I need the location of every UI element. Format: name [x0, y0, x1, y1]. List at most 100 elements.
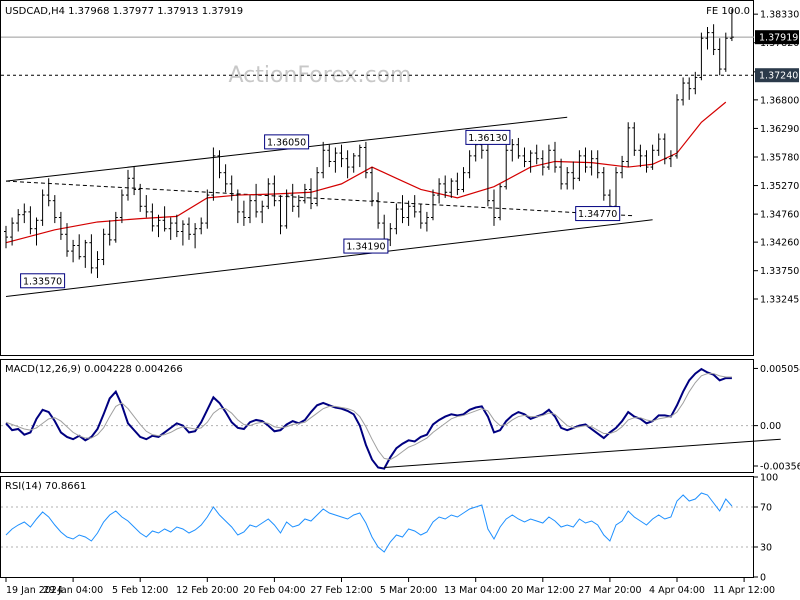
- candle: [217, 150, 222, 179]
- macd-title: MACD(12,26,9) 0.004228 0.004266: [5, 364, 183, 375]
- candle: [248, 195, 252, 224]
- candle: [650, 144, 655, 170]
- price-y-tick-label: 1.34760: [760, 210, 799, 221]
- rsi-title: RSI(14) 70.8661: [5, 481, 86, 492]
- macd-support-line: [384, 438, 781, 468]
- candle: [717, 38, 722, 76]
- macd-panel-frame: [0, 359, 754, 473]
- price-y-tick-label: 1.36800: [760, 95, 799, 106]
- price-title: USDCAD,H4 1.37968 1.37977 1.37913 1.3791…: [5, 6, 243, 17]
- lower-channel-line: [5, 219, 653, 297]
- candle: [534, 144, 539, 165]
- price-y-axis: 1.383301.378201.373001.368001.362901.357…: [754, 10, 799, 305]
- candle: [77, 234, 82, 260]
- candle: [22, 203, 27, 224]
- candle: [309, 178, 313, 210]
- candle: [699, 32, 704, 81]
- candle: [546, 144, 551, 170]
- rsi-panel-frame: [0, 476, 754, 578]
- macd-y-tick-label: 0.00: [760, 421, 781, 432]
- price-y-tick-label: 1.35270: [760, 181, 799, 192]
- candle: [583, 147, 588, 173]
- candle: [412, 195, 417, 218]
- candle: [89, 234, 94, 274]
- level-label: 1.37240: [759, 71, 798, 82]
- candle: [162, 206, 167, 232]
- candle: [406, 200, 411, 226]
- candle: [71, 239, 76, 263]
- x-tick-label: 27 Mar 20:00: [578, 585, 641, 596]
- rsi-y-axis: 100 70 30 0: [754, 473, 778, 584]
- candle: [498, 183, 503, 221]
- x-tick-label: 20 Feb 04:00: [243, 585, 305, 596]
- price-annotation: 1.34190: [343, 238, 389, 254]
- candle: [229, 175, 234, 201]
- candle: [260, 200, 265, 224]
- candle: [254, 183, 259, 218]
- candle: [711, 24, 716, 56]
- rsi-y-tick-label: 100: [760, 473, 778, 484]
- candle: [601, 167, 606, 201]
- x-tick-label: 27 Feb 12:00: [310, 585, 372, 596]
- candle: [333, 147, 338, 173]
- candle: [58, 211, 63, 240]
- candle: [559, 158, 564, 190]
- rsi-y-tick-label: 0: [760, 573, 766, 584]
- candle: [46, 178, 51, 207]
- candle: [370, 167, 374, 207]
- candle: [327, 144, 332, 168]
- x-tick-label: 4 Apr 04:00: [649, 585, 705, 596]
- price-y-tick-label: 1.36290: [760, 124, 799, 135]
- candle: [321, 141, 326, 179]
- candle: [205, 189, 210, 229]
- candle: [516, 137, 521, 159]
- candle: [632, 122, 637, 156]
- annotation-label: 1.33570: [23, 276, 62, 287]
- candle: [302, 183, 307, 204]
- candle: [705, 27, 710, 50]
- x-tick-label: 5 Feb 12:00: [112, 585, 168, 596]
- fe-label: FE 100.0: [706, 6, 750, 17]
- macd-y-tick-label: 0.005054: [760, 364, 800, 375]
- candle: [638, 144, 643, 168]
- candle: [290, 183, 295, 212]
- candle: [284, 189, 289, 229]
- x-tick-label: 13 Mar 04:00: [444, 585, 507, 596]
- annotation-label: 1.34190: [346, 242, 385, 253]
- candle: [174, 214, 179, 238]
- candle: [119, 189, 124, 224]
- price-annotation: 1.33570: [20, 273, 66, 289]
- candle: [40, 189, 45, 226]
- price-y-tick-label: 1.34260: [760, 238, 799, 249]
- candle: [626, 122, 631, 168]
- candle: [485, 144, 490, 207]
- price-candles: [4, 9, 734, 278]
- annotation-label: 1.34770: [578, 209, 617, 220]
- candle: [278, 195, 283, 235]
- candle: [52, 195, 57, 224]
- candle: [376, 192, 381, 229]
- rsi-series: [5, 492, 733, 553]
- candle: [394, 203, 399, 235]
- candle: [16, 209, 21, 232]
- candle: [571, 161, 576, 190]
- usdcad-chart: USDCAD,H4 1.37968 1.37977 1.37913 1.3791…: [0, 0, 800, 596]
- candle: [107, 220, 112, 246]
- candle: [126, 169, 130, 201]
- rsi-panel: RSI(14) 70.8661: [0, 476, 754, 578]
- macd-series: [5, 367, 732, 470]
- annotation-label: 1.36050: [267, 137, 306, 148]
- price-annotation: 1.36130: [465, 129, 511, 145]
- candle: [418, 203, 423, 229]
- candle: [656, 133, 661, 156]
- price-y-tick-label: 1.38330: [760, 10, 799, 21]
- candle: [461, 167, 466, 193]
- price-y-tick-label: 1.33245: [760, 294, 799, 305]
- candle: [577, 150, 582, 182]
- x-tick-label: 5 Mar 20:00: [380, 585, 437, 596]
- candle: [144, 195, 149, 218]
- rsi-y-tick-label: 30: [760, 543, 772, 554]
- candle: [565, 167, 570, 190]
- candle: [28, 206, 33, 235]
- candle: [4, 225, 8, 249]
